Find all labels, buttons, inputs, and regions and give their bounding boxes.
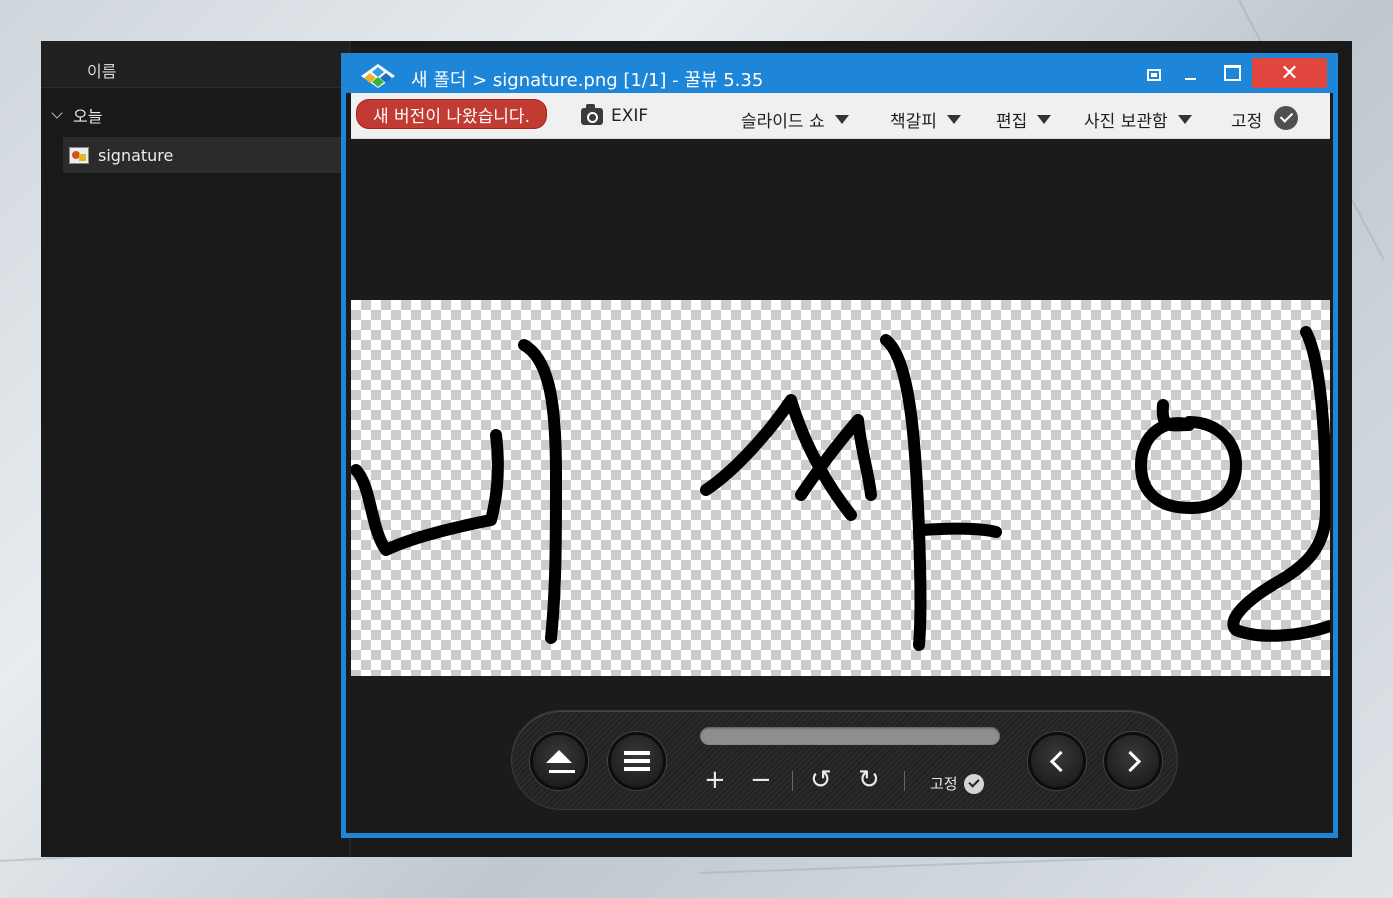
previous-image-button[interactable] [1028, 732, 1086, 790]
dropdown-arrow-icon [1177, 115, 1192, 124]
image-file-icon [69, 146, 89, 164]
close-icon: ✕ [1280, 60, 1299, 86]
group-label: 오늘 [73, 107, 103, 126]
dropdown-arrow-icon [834, 115, 849, 124]
pin-label: 고정 [930, 775, 958, 793]
menu-button[interactable] [608, 732, 666, 790]
photo-archive-menu[interactable]: 사진 보관함 [1084, 107, 1192, 132]
bookmark-label: 책갈피 [890, 112, 937, 132]
rotate-left-button[interactable]: ↺ [810, 767, 832, 793]
file-row-signature[interactable]: signature [63, 137, 343, 173]
photo-archive-label: 사진 보관함 [1084, 112, 1168, 132]
separator [792, 771, 793, 791]
image-viewer-window: 새 폴더 > signature.png [1/1] - 꿀뷰 5.35 ✕ 새… [341, 53, 1338, 838]
minimize-button[interactable] [1174, 58, 1206, 88]
dropdown-arrow-icon [946, 115, 961, 124]
playback-control-bar: + − ↺ ↻ 고정 [511, 710, 1178, 810]
bookmark-menu[interactable]: 책갈피 [890, 107, 961, 132]
separator [904, 771, 905, 791]
close-button[interactable]: ✕ [1252, 58, 1327, 88]
zoom-in-button[interactable]: + [704, 767, 726, 793]
image-canvas[interactable]: + − ↺ ↻ 고정 [351, 140, 1330, 830]
slideshow-menu[interactable]: 슬라이드 쇼 [741, 107, 849, 132]
slideshow-label: 슬라이드 쇼 [741, 112, 825, 132]
edit-label: 편집 [996, 112, 1028, 132]
column-header[interactable]: 이름 [41, 41, 351, 88]
eject-button[interactable] [530, 732, 588, 790]
check-circle-icon [963, 773, 984, 794]
camera-icon [581, 103, 603, 125]
pin-toggle[interactable]: 고정 [1231, 105, 1299, 132]
window-title: 새 폴더 > signature.png [1/1] - 꿀뷰 5.35 [411, 70, 764, 91]
signature-image [351, 300, 1330, 676]
pin-window-button[interactable] [1138, 60, 1170, 90]
toolbar: 새 버전이 나왔습니다. EXIF 슬라이드 쇼 책갈피 편집 사진 보관함 고… [351, 93, 1330, 139]
pin-toggle-bottom[interactable]: 고정 [930, 773, 984, 794]
column-header-label: 이름 [87, 62, 117, 81]
zoom-out-button[interactable]: − [750, 767, 772, 793]
chevron-down-icon [51, 107, 63, 119]
pin-label: 고정 [1231, 112, 1263, 132]
exif-label: EXIF [611, 106, 649, 126]
dropdown-arrow-icon [1037, 115, 1052, 124]
handwritten-signature-drawing [351, 326, 1330, 651]
maximize-button[interactable] [1216, 58, 1248, 88]
pin-icon [1147, 69, 1161, 81]
hamburger-icon [624, 751, 650, 771]
update-notice-button[interactable]: 새 버전이 나왔습니다. [356, 99, 547, 129]
app-logo-icon [361, 64, 395, 88]
progress-slider[interactable] [700, 727, 1000, 745]
rotate-right-button[interactable]: ↻ [858, 767, 880, 793]
file-name: signature [98, 145, 174, 165]
group-today[interactable]: 오늘 [51, 103, 102, 127]
edit-menu[interactable]: 편집 [996, 107, 1052, 132]
next-image-button[interactable] [1104, 732, 1162, 790]
title-bar[interactable]: 새 폴더 > signature.png [1/1] - 꿀뷰 5.35 ✕ [346, 58, 1333, 93]
exif-button[interactable]: EXIF [581, 103, 649, 126]
check-circle-icon [1274, 105, 1299, 130]
